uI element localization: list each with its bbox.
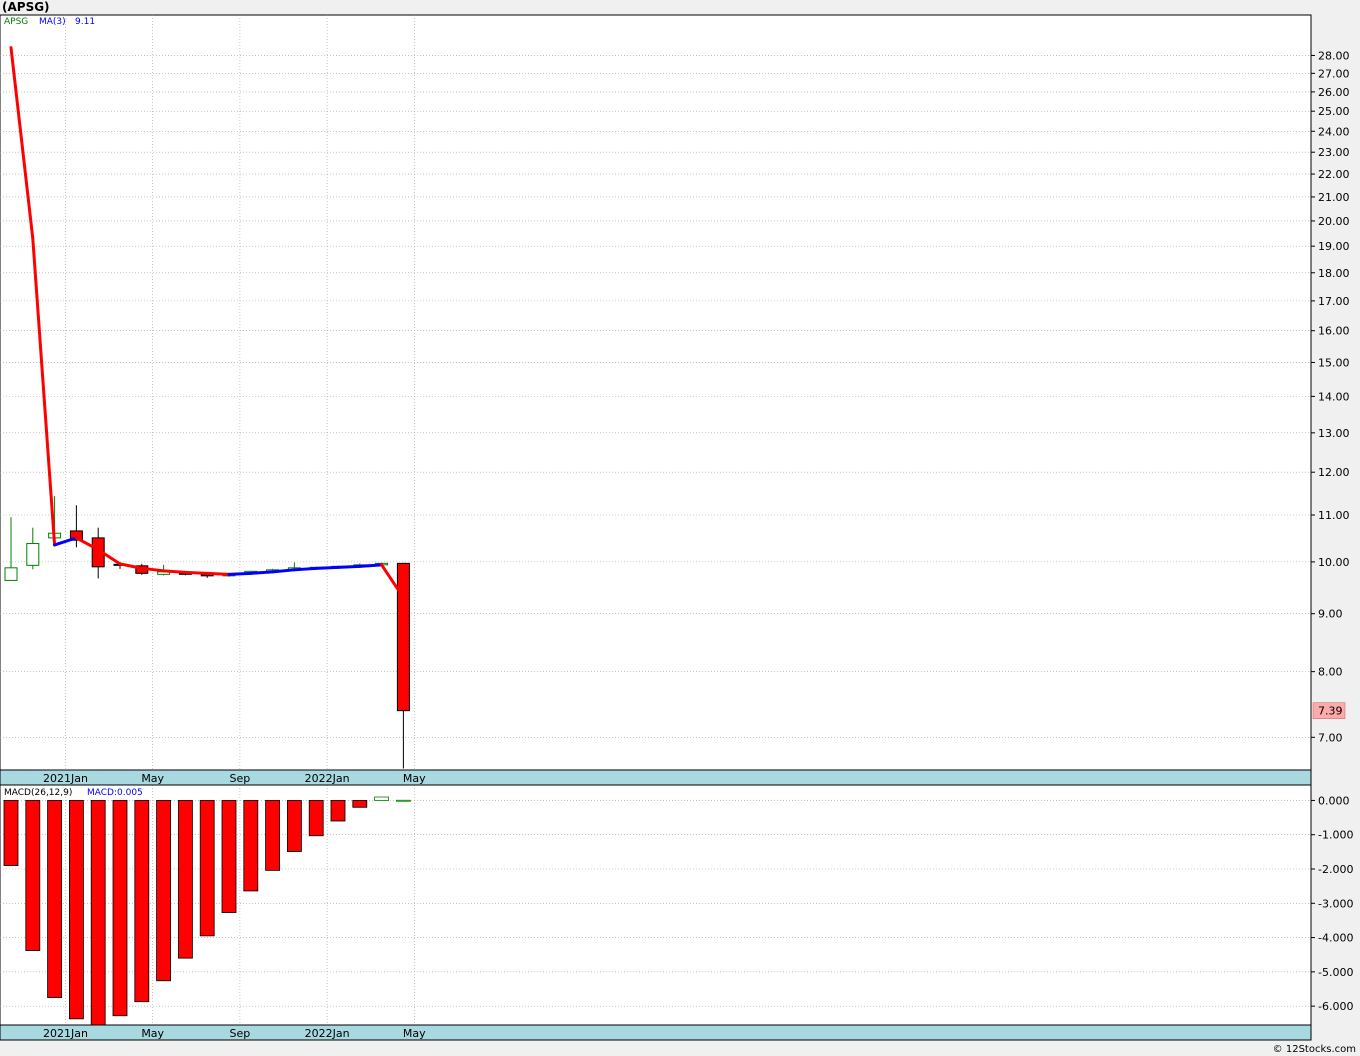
legend-symbol: APSG	[4, 17, 28, 27]
macd-bar	[330, 800, 346, 822]
ma-segment	[336, 564, 362, 569]
macd-tick-label: -6.000	[1318, 1000, 1353, 1013]
macd-tick-label: -3.000	[1318, 897, 1353, 910]
price-tick-label: 16.00	[1318, 325, 1350, 338]
price-tick-label: 13.00	[1318, 427, 1350, 440]
price-tick-label: 28.00	[1318, 49, 1350, 62]
price-tick-label: 20.00	[1318, 215, 1350, 228]
date-label: 2022Jan	[305, 772, 350, 785]
date-label: May	[403, 1027, 426, 1040]
price-tick-label: 14.00	[1318, 390, 1350, 403]
macd-bar	[221, 800, 237, 913]
macd-bar	[286, 800, 302, 852]
price-tick-label: 15.00	[1318, 356, 1350, 369]
price-tick-label: 27.00	[1318, 67, 1350, 80]
price-panel	[0, 14, 1312, 786]
macd-tick-label: -1.000	[1318, 829, 1353, 842]
price-tick-label: 9.00	[1318, 608, 1343, 621]
price-tick-label: 25.00	[1318, 105, 1350, 118]
macd-bar	[374, 796, 390, 801]
ma-segment	[314, 565, 340, 570]
chart-svg: 7.00 8.00 9.00 10.00 11.00 12.00 13.00 14.00 15.…	[0, 14, 1353, 1041]
date-label: 2021Jan	[43, 1027, 88, 1040]
macd-bar	[352, 800, 368, 808]
copyright-footer: © 12Stocks.com	[1272, 1044, 1356, 1055]
macd-tick-label: -5.000	[1318, 966, 1353, 979]
macd-bar	[243, 800, 259, 892]
legend-ma-label: MA(3)	[39, 17, 66, 27]
candle-body	[26, 543, 40, 566]
price-tick-label: 18.00	[1318, 267, 1350, 280]
legend-ma-value: 9.11	[75, 17, 95, 27]
last-price-label: 7.39	[1318, 705, 1343, 718]
macd-tick-label: -2.000	[1318, 863, 1353, 876]
date-label: May	[403, 772, 426, 785]
ma-segment	[183, 570, 209, 575]
date-label: May	[141, 772, 164, 785]
date-label: Sep	[230, 772, 251, 785]
ma-segment	[271, 568, 296, 574]
candle-body	[396, 562, 410, 712]
macd-bar	[395, 799, 411, 802]
price-legend: APSG MA(3) 9.11	[4, 17, 95, 27]
price-tick-label: 8.00	[1318, 666, 1343, 679]
macd-bar	[177, 800, 193, 959]
macd-bar	[156, 800, 172, 982]
price-axis: 7.00 8.00 9.00 10.00 11.00 12.00 13.00 14.00 15.…	[1311, 49, 1350, 744]
ma-segment	[249, 570, 275, 575]
legend-macd-name: MACD(26,12,9)	[4, 788, 72, 798]
ma-segment	[205, 571, 231, 576]
ma-segment	[358, 563, 384, 568]
ma-segment	[162, 569, 187, 574]
macd-bar	[47, 800, 62, 998]
macd-bar	[134, 800, 150, 1003]
macd-bar	[25, 800, 41, 952]
legend-macd-value: MACD:0.005	[87, 788, 143, 798]
price-tick-label: 17.00	[1318, 295, 1350, 308]
macd-bar	[112, 800, 128, 1017]
macd-tick-label: -4.000	[1318, 932, 1353, 945]
date-band	[0, 1024, 1312, 1041]
macd-bar	[3, 800, 19, 866]
price-tick-label: 24.00	[1318, 125, 1350, 138]
date-label: 2021Jan	[43, 772, 88, 785]
macd-bar	[308, 800, 324, 837]
date-label: 2022Jan	[305, 1027, 350, 1040]
price-tick-label: 19.00	[1318, 240, 1350, 253]
date-band	[0, 769, 1312, 786]
ma-segment	[227, 571, 253, 576]
macd-tick-label: 0.000	[1318, 794, 1350, 807]
price-tick-label: 23.00	[1318, 146, 1350, 159]
date-label: Sep	[230, 1027, 251, 1040]
macd-bar	[90, 800, 106, 1027]
price-tick-label: 26.00	[1318, 86, 1350, 99]
price-tick-label: 22.00	[1318, 168, 1350, 181]
price-tick-label: 7.00	[1318, 731, 1343, 744]
macd-bar	[199, 800, 215, 937]
macd-panel	[0, 784, 1312, 1041]
macd-bar	[265, 800, 281, 871]
ma-segment	[292, 566, 318, 572]
price-tick-label: 11.00	[1318, 509, 1350, 522]
chart-title: (APSG)	[2, 0, 50, 14]
date-label: May	[141, 1027, 164, 1040]
price-tick-label: 21.00	[1318, 191, 1350, 204]
price-tick-label: 10.00	[1318, 556, 1350, 569]
candle-body	[4, 567, 18, 581]
price-tick-label: 12.00	[1318, 466, 1350, 479]
macd-bar	[69, 800, 84, 1020]
macd-axis: 0.000 -1.000 -2.000 -3.000 -4.000 -5.000 -6.00…	[1311, 794, 1353, 1013]
